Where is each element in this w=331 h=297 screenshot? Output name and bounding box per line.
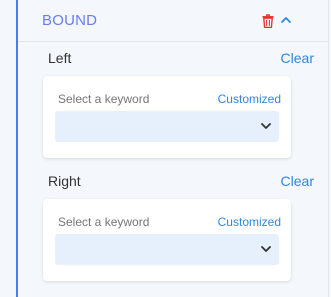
bound-panel: BOUND Left Clear Select a keyword Custom… (16, 0, 329, 297)
panel-divider (328, 0, 329, 297)
left-keyword-select[interactable] (55, 111, 279, 142)
right-clear-button[interactable]: Clear (281, 173, 314, 189)
right-customized-link[interactable]: Customized (218, 215, 281, 229)
left-customized-link[interactable]: Customized (218, 92, 281, 106)
chevron-up-icon[interactable] (280, 14, 292, 26)
left-keyword-placeholder: Select a keyword (58, 92, 150, 106)
chevron-down-icon (261, 246, 271, 252)
right-keyword-select[interactable] (55, 234, 279, 265)
chevron-down-icon (261, 123, 271, 129)
panel-title: BOUND (42, 12, 98, 29)
left-keyword-card: Select a keyword Customized (43, 76, 291, 158)
left-clear-button[interactable]: Clear (281, 50, 314, 66)
right-keyword-placeholder: Select a keyword (58, 215, 150, 229)
right-keyword-card: Select a keyword Customized (43, 199, 291, 281)
right-section-label: Right (48, 173, 81, 189)
left-section-label: Left (48, 50, 72, 66)
panel-header: BOUND (18, 0, 329, 42)
trash-icon[interactable] (262, 14, 274, 28)
